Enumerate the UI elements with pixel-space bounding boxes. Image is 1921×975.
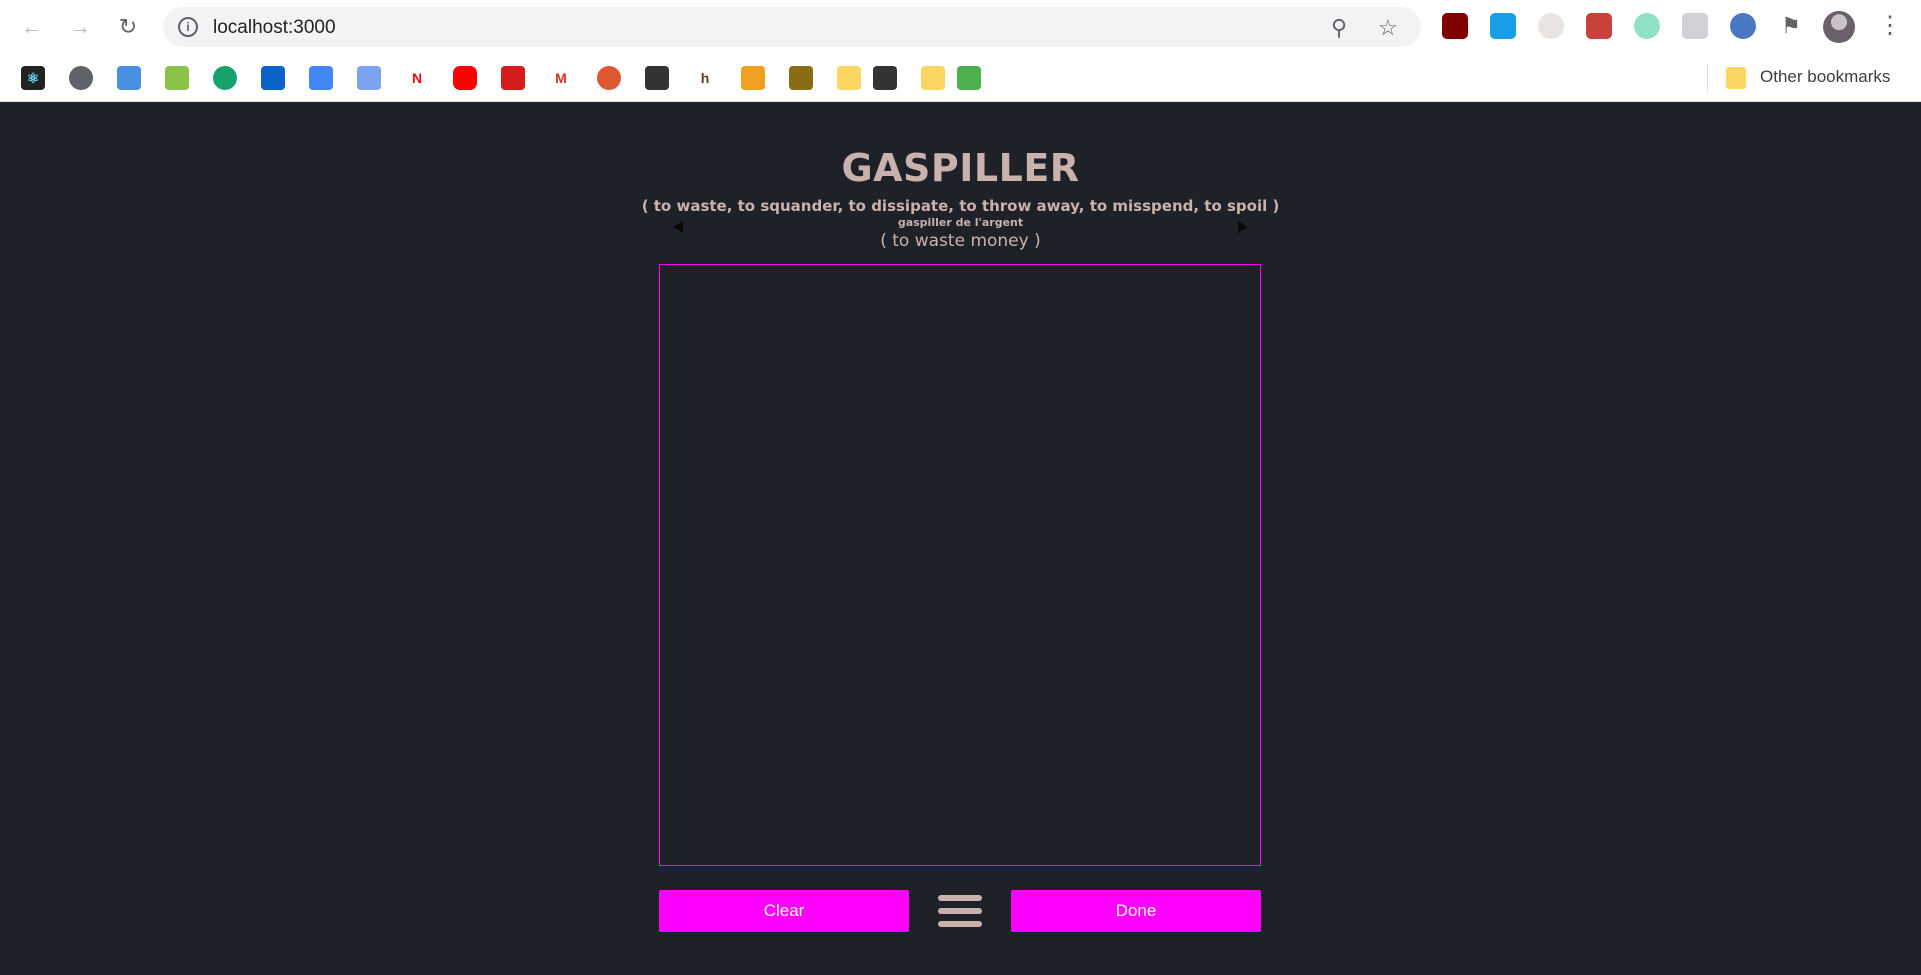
word-title: GASPILLER	[841, 146, 1080, 190]
clear-button[interactable]: Clear	[659, 890, 909, 932]
globe-bookmark-icon[interactable]	[69, 66, 93, 90]
url-text[interactable]: localhost:3000	[213, 17, 336, 39]
hamburger-menu-icon[interactable]	[938, 893, 982, 929]
bookmark-icon[interactable]	[873, 66, 897, 90]
drawing-canvas[interactable]	[659, 264, 1261, 866]
back-icon[interactable]: ←	[16, 11, 48, 43]
example-sentence: gaspiller de l'argent	[897, 216, 1024, 229]
app-page: GASPILLER ( to waste, to squander, to di…	[0, 103, 1921, 975]
example-translation: ( to waste money )	[880, 231, 1041, 251]
bookmark-icon[interactable]	[501, 66, 525, 90]
done-button[interactable]: Done	[1011, 890, 1261, 932]
folder-bookmark-icon[interactable]	[921, 66, 945, 90]
extension-icon[interactable]	[1730, 13, 1756, 39]
extension-icon[interactable]	[1586, 13, 1612, 39]
forward-icon[interactable]: →	[64, 11, 96, 43]
address-bar[interactable]: i localhost:3000 ⚲ ☆	[163, 7, 1421, 47]
puzzle-icon[interactable]: ⚑	[1778, 13, 1804, 39]
ublock-extension-icon[interactable]	[1442, 13, 1468, 39]
bookmark-icon[interactable]	[789, 66, 813, 90]
cla-bookmark-icon[interactable]	[645, 66, 669, 90]
duckduckgo-bookmark-icon[interactable]	[597, 66, 621, 90]
bookmark-icon[interactable]	[957, 66, 981, 90]
bookmark-star-icon[interactable]: ☆	[1378, 15, 1398, 41]
youtube-bookmark-icon[interactable]	[453, 66, 477, 90]
docs-bookmark-icon[interactable]	[309, 66, 333, 90]
menu-dots-icon[interactable]: ⋮	[1878, 11, 1902, 43]
other-bookmarks-link[interactable]: Other bookmarks	[1760, 67, 1890, 87]
s-bookmark-icon[interactable]	[213, 66, 237, 90]
bookmark-icon[interactable]	[741, 66, 765, 90]
extension-icon[interactable]	[1634, 13, 1660, 39]
folder-icon	[1726, 67, 1746, 89]
translate-bookmark-icon[interactable]	[357, 66, 381, 90]
gmail-bookmark-icon[interactable]: M	[549, 66, 573, 90]
browser-toolbar: ← → ↻ i localhost:3000 ⚲ ☆ ⚑ ⋮	[0, 0, 1921, 54]
bookmarks-divider	[1707, 64, 1708, 92]
bookmark-icon[interactable]	[165, 66, 189, 90]
h-bookmark-icon[interactable]: h	[693, 66, 717, 90]
bookmarks-bar: ⚛ N M h Other bookmarks	[0, 54, 1921, 102]
folder-bookmark-icon[interactable]	[837, 66, 861, 90]
outlook-bookmark-icon[interactable]	[261, 66, 285, 90]
profile-avatar[interactable]	[1823, 11, 1855, 43]
react-bookmark-icon[interactable]: ⚛	[21, 66, 45, 90]
extension-icon[interactable]	[1682, 13, 1708, 39]
extension-icon[interactable]	[1538, 13, 1564, 39]
word-translation: ( to waste, to squander, to dissipate, t…	[641, 197, 1280, 215]
zoom-out-icon[interactable]: ⚲	[1331, 15, 1347, 41]
extension-icon[interactable]	[1490, 13, 1516, 39]
site-info-icon[interactable]: i	[178, 17, 198, 37]
check-bookmark-icon[interactable]	[117, 66, 141, 90]
netflix-bookmark-icon[interactable]: N	[405, 66, 429, 90]
reload-icon[interactable]: ↻	[112, 11, 144, 43]
